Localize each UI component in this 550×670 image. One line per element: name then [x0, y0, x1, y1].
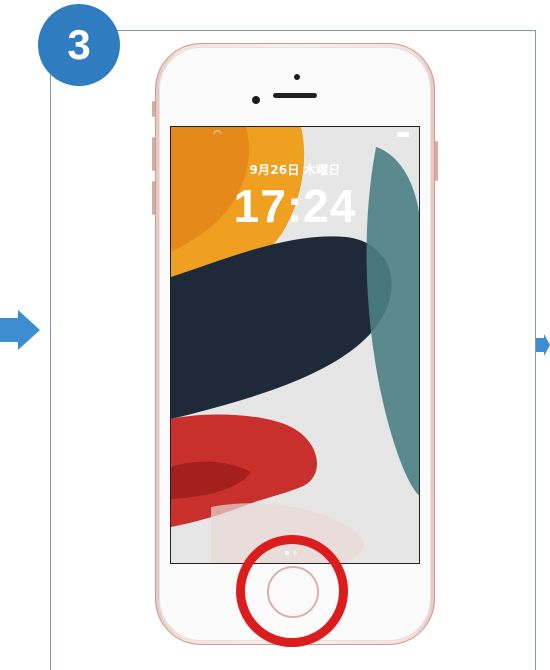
- mute-switch: [152, 101, 155, 117]
- volume-up-button: [152, 137, 155, 171]
- arrow-right-icon: [0, 310, 40, 350]
- next-arrow-icon: [536, 334, 550, 356]
- step-badge: 3: [38, 4, 120, 86]
- front-camera: [252, 96, 260, 104]
- battery-icon: [397, 132, 409, 137]
- volume-down-button: [152, 181, 155, 215]
- lockscreen-date: 9月26日 木曜日: [249, 163, 341, 177]
- lockscreen-time: 17:24: [233, 180, 357, 232]
- step-number: 3: [67, 21, 91, 68]
- wifi-icon: ◠: [213, 129, 222, 140]
- lock-screen: ◠ 9月26日 木曜日 17:24: [170, 126, 420, 564]
- home-button-highlight-ring: [236, 535, 348, 647]
- proximity-sensor: [294, 74, 300, 80]
- earpiece-speaker: [273, 93, 317, 98]
- power-button: [435, 141, 438, 181]
